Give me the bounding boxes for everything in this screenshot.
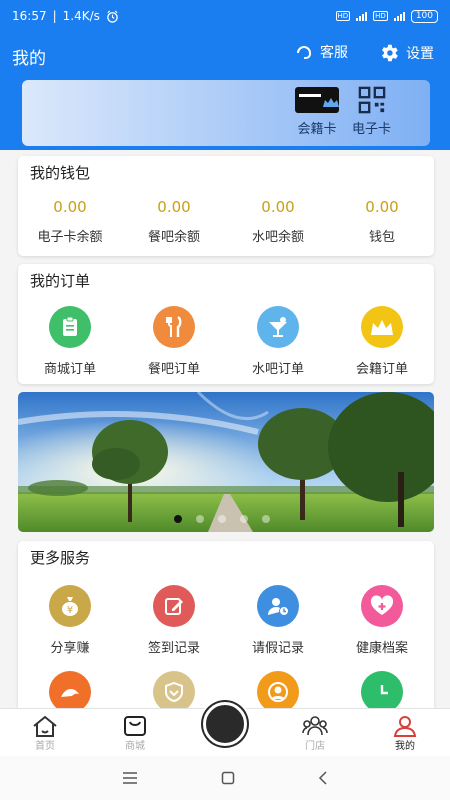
orders-title: 我的订单 (30, 272, 91, 290)
camera-button-icon (203, 702, 247, 746)
svg-text:¥: ¥ (67, 605, 73, 616)
shield-icon (153, 671, 195, 711)
e-card-label: 电子卡 (352, 122, 392, 137)
network-speed: 1.4K/s (62, 9, 100, 23)
clipboard-icon (49, 306, 91, 348)
alarm-icon (107, 10, 118, 23)
money-bag-icon: ¥ (49, 585, 91, 627)
carousel-dot[interactable] (196, 515, 204, 523)
member-card-button[interactable]: 会籍卡 (294, 86, 340, 137)
order-item-mall[interactable]: 商城订单 (18, 306, 122, 377)
services-title: 更多服务 (30, 549, 91, 567)
battery-icon: 100 (410, 9, 438, 23)
service-item-share[interactable]: ¥ 分享赚 (18, 585, 122, 656)
wallet-item[interactable]: 0.00 电子卡余额 (18, 198, 122, 245)
order-label: 商城订单 (43, 362, 96, 377)
service-item[interactable] (330, 671, 434, 711)
headset-icon (297, 46, 311, 59)
orders-panel: 我的订单 商城订单 餐吧订单 水吧订单 会籍订单 (18, 264, 434, 384)
member-card-label: 会籍卡 (297, 122, 337, 137)
center-camera-button[interactable] (199, 698, 251, 750)
wallet-item[interactable]: 0.00 钱包 (330, 198, 434, 245)
order-label: 会籍订单 (355, 362, 408, 377)
customer-service-button[interactable]: 客服 (294, 42, 348, 62)
health-icon (361, 585, 403, 627)
user-icon (393, 716, 417, 737)
balance-label: 水吧余额 (251, 230, 304, 245)
bag-icon (124, 716, 146, 736)
wallet-item[interactable]: 0.00 餐吧余额 (122, 198, 226, 245)
balance-value: 0.00 (157, 198, 191, 216)
service-label: 请假记录 (251, 641, 304, 656)
person-icon (257, 671, 299, 711)
order-item-restaurant[interactable]: 餐吧订单 (122, 306, 226, 377)
signal-icon (393, 11, 405, 21)
service-item-checkin[interactable]: 签到记录 (122, 585, 226, 656)
nav-item-store[interactable]: 门店 (270, 709, 360, 756)
balance-label: 钱包 (368, 230, 395, 245)
landscape-image (18, 392, 434, 532)
order-label: 餐吧订单 (147, 362, 200, 377)
header: 我的 客服 设置 会籍卡 电子卡 (0, 32, 450, 150)
service-label: 健康档案 (355, 641, 408, 656)
menu-icon[interactable] (122, 772, 138, 784)
carousel-dot[interactable] (262, 515, 270, 523)
nav-item-mine[interactable]: 我的 (360, 709, 450, 756)
hd-icon: HD (335, 11, 351, 21)
balance-value: 0.00 (261, 198, 295, 216)
muscle-icon (49, 671, 91, 711)
e-card-button[interactable]: 电子卡 (352, 86, 391, 137)
user-time-icon (257, 585, 299, 627)
settings-button[interactable]: 设置 (378, 42, 434, 64)
hd-icon: HD (373, 11, 388, 21)
qr-code-icon (358, 86, 385, 114)
balance-value: 0.00 (53, 198, 87, 216)
carousel-dot[interactable] (240, 515, 248, 523)
card-banner: 会籍卡 电子卡 (22, 80, 430, 146)
promo-banner[interactable] (18, 392, 434, 532)
home-square-icon[interactable] (221, 771, 235, 785)
store-icon (302, 716, 328, 736)
order-label: 水吧订单 (251, 362, 304, 377)
fork-knife-icon (153, 306, 195, 348)
gear-icon (382, 44, 398, 62)
balance-value: 0.00 (365, 198, 399, 216)
nav-label: 首页 (35, 741, 55, 752)
nav-label: 我的 (395, 741, 415, 752)
crown-icon (361, 306, 403, 348)
wallet-item[interactable]: 0.00 水吧余额 (226, 198, 330, 245)
home-icon (33, 715, 57, 737)
carousel-dots (174, 515, 270, 523)
clock-icon (361, 671, 403, 711)
status-bar: 16:57 | 1.4K/s HD HD 100 (0, 0, 450, 32)
service-item[interactable] (18, 671, 122, 711)
carousel-dot[interactable] (174, 515, 182, 523)
nav-label: 商城 (125, 741, 145, 752)
service-label: 分享赚 (50, 641, 90, 656)
wallet-title: 我的钱包 (30, 164, 91, 182)
edit-icon (153, 585, 195, 627)
back-icon[interactable] (318, 771, 328, 785)
membership-card-icon (295, 87, 339, 113)
wallet-panel: 我的钱包 0.00 电子卡余额 0.00 餐吧余额 0.00 水吧余额 0.00… (18, 156, 434, 256)
nav-item-home[interactable]: 首页 (0, 709, 90, 756)
service-item-health[interactable]: 健康档案 (330, 585, 434, 656)
customer-service-label: 客服 (320, 45, 348, 61)
system-nav-bar (0, 756, 450, 800)
settings-label: 设置 (406, 46, 434, 62)
nav-label: 门店 (305, 741, 325, 752)
service-label: 签到记录 (147, 641, 200, 656)
nav-item-mall[interactable]: 商城 (90, 709, 180, 756)
drink-icon (257, 306, 299, 348)
page-title: 我的 (12, 49, 46, 69)
service-item-leave[interactable]: 请假记录 (226, 585, 330, 656)
signal-icon (356, 11, 368, 21)
services-panel: 更多服务 ¥ 分享赚 签到记录 请假记录 健康档案 (18, 541, 434, 711)
balance-label: 餐吧余额 (147, 230, 200, 245)
balance-label: 电子卡余额 (37, 230, 103, 245)
status-time: 16:57 (12, 9, 47, 23)
order-item-drinks[interactable]: 水吧订单 (226, 306, 330, 377)
order-item-membership[interactable]: 会籍订单 (330, 306, 434, 377)
carousel-dot[interactable] (218, 515, 226, 523)
